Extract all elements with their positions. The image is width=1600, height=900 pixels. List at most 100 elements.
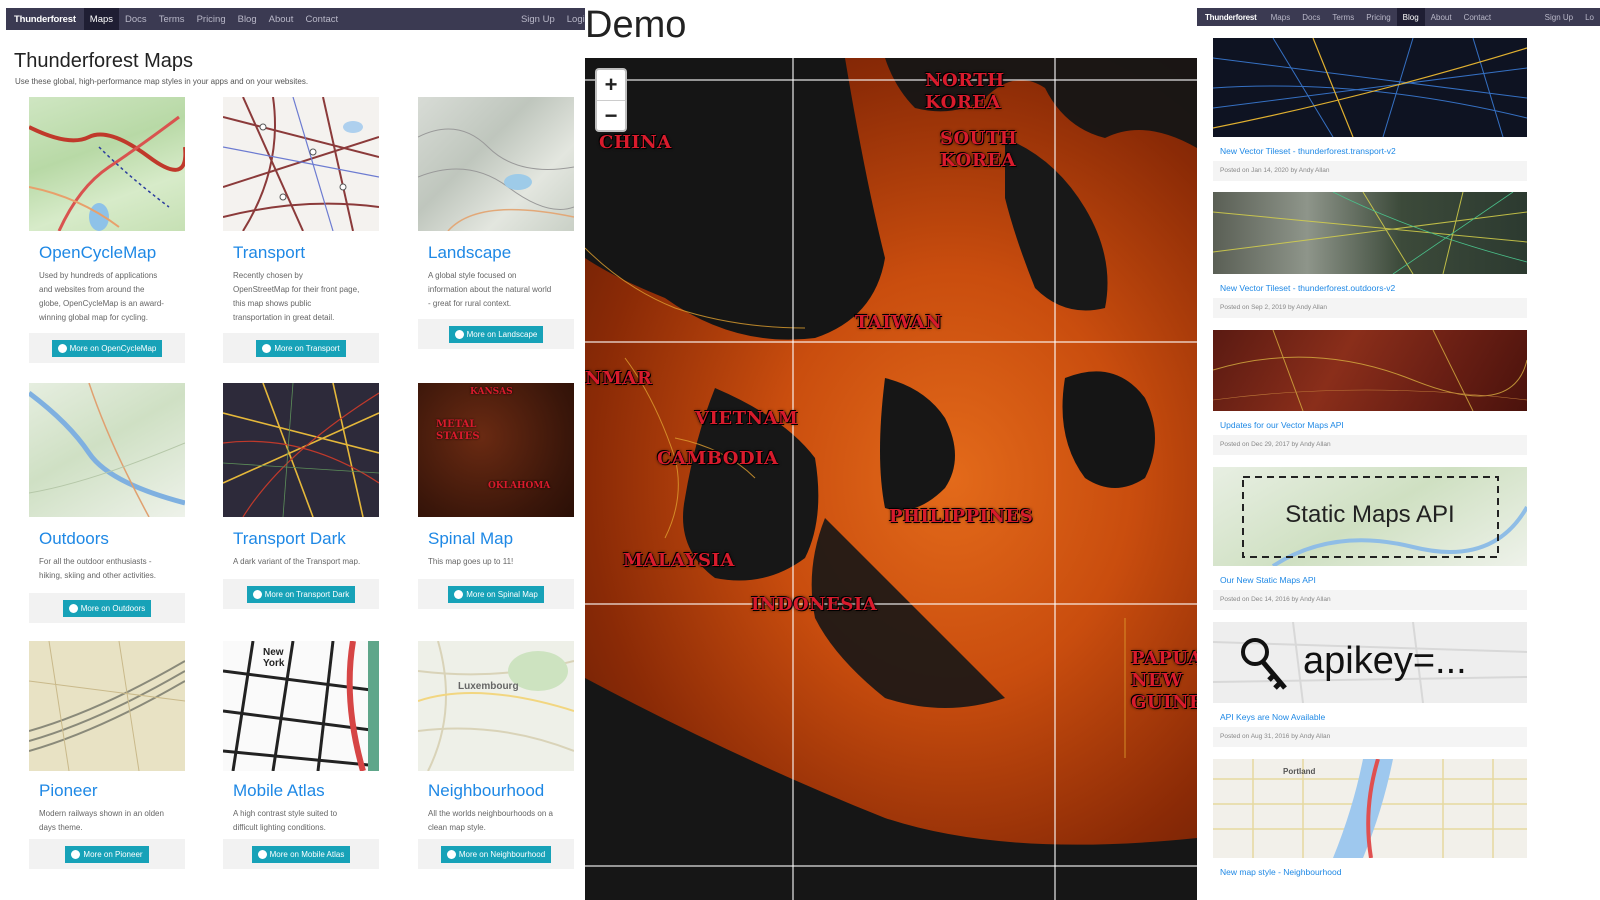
nav-docs[interactable]: Docs: [119, 8, 153, 30]
opencyclemap-thumbnail[interactable]: [29, 97, 185, 231]
map-grid-line: [1054, 58, 1056, 900]
transport-thumbnail[interactable]: [223, 97, 379, 231]
zoom-in-button[interactable]: +: [597, 70, 625, 100]
card-landscape: Landscape A global style focused on info…: [418, 97, 574, 349]
nav-terms[interactable]: Terms: [153, 8, 191, 30]
post-thumbnail[interactable]: Portland: [1213, 759, 1527, 858]
brand-link[interactable]: Thunderforest: [1197, 13, 1265, 22]
post-title-link[interactable]: New Vector Tileset - thunderforest.outdo…: [1213, 274, 1527, 298]
post-title-link[interactable]: Our New Static Maps API: [1213, 566, 1527, 590]
nav-login[interactable]: Lo: [1579, 8, 1600, 26]
map-label-taiwan: TAIWAN: [855, 312, 943, 333]
spinal-label-metal-states: METAL STATES: [436, 419, 480, 442]
spinal-label-kansas: KANSAS: [470, 387, 513, 397]
more-mobile-atlas-button[interactable]: More on Mobile Atlas: [251, 845, 351, 863]
card-title[interactable]: Landscape: [418, 243, 574, 263]
card-title[interactable]: Transport: [223, 243, 379, 263]
card-title[interactable]: Neighbourhood: [418, 781, 574, 801]
post-meta: Posted on Dec 14, 2016 by Andy Allan: [1213, 590, 1527, 610]
blog-post: Updates for our Vector Maps API Posted o…: [1213, 330, 1527, 455]
post-title-link[interactable]: New map style - Neighbourhood: [1213, 858, 1527, 882]
post-title-link[interactable]: API Keys are Now Available: [1213, 703, 1527, 727]
card-transport-dark: Transport Dark A dark variant of the Tra…: [223, 383, 379, 609]
map-label-myanmar: NMAR: [585, 368, 653, 389]
post-thumbnail[interactable]: Static Maps API: [1213, 467, 1527, 566]
neighbourhood-thumbnail[interactable]: Luxembourg: [418, 641, 574, 771]
nav-maps[interactable]: Maps: [83, 8, 120, 30]
nav-about[interactable]: About: [263, 8, 300, 30]
nav-maps[interactable]: Maps: [1265, 8, 1297, 26]
card-title[interactable]: Outdoors: [29, 529, 185, 549]
more-transport-dark-button[interactable]: More on Transport Dark: [246, 585, 356, 603]
spinal-map-thumbnail[interactable]: KANSAS METAL STATES OKLAHOMA: [418, 383, 574, 517]
card-title[interactable]: Mobile Atlas: [223, 781, 379, 801]
info-icon: [446, 849, 456, 859]
map-label-papua-new-guinea: PAPUA NEW GUINEA: [1131, 648, 1197, 713]
card-title[interactable]: Spinal Map: [418, 529, 574, 549]
post-thumb-text: apikey=...: [1303, 640, 1467, 682]
map-grid-line: [585, 341, 1197, 343]
zoom-out-button[interactable]: −: [597, 100, 625, 130]
blog-post: New Vector Tileset - thunderforest.outdo…: [1213, 192, 1527, 318]
more-transport-button[interactable]: More on Transport: [256, 339, 346, 357]
card-description: Used by hundreds of applications and web…: [39, 271, 164, 322]
map-grid-line: [585, 865, 1197, 867]
blog-post: Portland New map style - Neighbourhood: [1213, 759, 1527, 882]
card-description: A dark variant of the Transport map.: [233, 557, 361, 566]
info-icon: [68, 603, 78, 613]
nav-contact[interactable]: Contact: [299, 8, 344, 30]
more-pioneer-button[interactable]: More on Pioneer: [65, 845, 149, 863]
nav-about[interactable]: About: [1425, 8, 1458, 26]
more-landscape-button[interactable]: More on Landscape: [448, 325, 544, 343]
mobile-atlas-thumbnail[interactable]: New York: [223, 641, 379, 771]
post-thumbnail[interactable]: [1213, 192, 1527, 274]
nav-blog[interactable]: Blog: [1396, 8, 1425, 26]
card-description: A high contrast style suited to difficul…: [233, 809, 338, 832]
more-neighbourhood-button[interactable]: More on Neighbourhood: [440, 845, 552, 863]
map-label-china: CHINA: [599, 132, 672, 153]
mobile-atlas-label: New York: [263, 647, 285, 669]
post-meta: Posted on Jan 14, 2020 by Andy Allan: [1213, 161, 1527, 181]
card-title[interactable]: Pioneer: [29, 781, 185, 801]
map-label-cambodia: CAMBODIA: [657, 448, 779, 469]
pioneer-thumbnail[interactable]: [29, 641, 185, 771]
map-label-vietnam: VIETNAM: [695, 408, 799, 429]
card-neighbourhood: Luxembourg Neighbourhood All the worlds …: [418, 641, 574, 869]
transport-dark-thumbnail[interactable]: [223, 383, 379, 517]
post-title-link[interactable]: New Vector Tileset - thunderforest.trans…: [1213, 137, 1527, 161]
post-thumbnail[interactable]: [1213, 330, 1527, 411]
top-navbar: Thunderforest Maps Docs Terms Pricing Bl…: [6, 8, 596, 30]
more-opencyclemap-button[interactable]: More on OpenCycleMap: [51, 339, 163, 357]
nav-terms[interactable]: Terms: [1326, 8, 1360, 26]
outdoors-thumbnail[interactable]: [29, 383, 185, 517]
more-spinal-map-button[interactable]: More on Spinal Map: [448, 585, 544, 603]
nav-pricing[interactable]: Pricing: [1360, 8, 1396, 26]
nav-blog[interactable]: Blog: [232, 8, 263, 30]
nav-signup[interactable]: Sign Up: [1539, 8, 1579, 26]
spinal-label-oklahoma: OKLAHOMA: [488, 481, 551, 491]
card-title[interactable]: Transport Dark: [223, 529, 379, 549]
card-mobile-atlas: New York Mobile Atlas A high contrast st…: [223, 641, 379, 869]
card-description: A global style focused on information ab…: [428, 271, 552, 308]
demo-title: Demo: [585, 4, 687, 46]
blog-post: Static Maps API Our New Static Maps API …: [1213, 467, 1527, 610]
info-icon: [252, 589, 262, 599]
post-meta: Posted on Aug 31, 2016 by Andy Allan: [1213, 727, 1527, 747]
post-meta: Posted on Sep 2, 2019 by Andy Allan: [1213, 298, 1527, 318]
nav-docs[interactable]: Docs: [1296, 8, 1326, 26]
nav-signup[interactable]: Sign Up: [515, 8, 561, 30]
card-title[interactable]: OpenCycleMap: [29, 243, 185, 263]
map-label-malaysia: MALAYSIA: [623, 550, 735, 571]
post-thumbnail[interactable]: apikey=...: [1213, 622, 1527, 703]
post-thumb-text: Portland: [1283, 767, 1316, 776]
spinal-demo-map[interactable]: NORTH KOREA SOUTH KOREA CHINA TAIWAN NMA…: [585, 58, 1197, 900]
post-title-link[interactable]: Updates for our Vector Maps API: [1213, 411, 1527, 435]
page-subtitle: Use these global, high-performance map s…: [15, 77, 309, 86]
more-outdoors-button[interactable]: More on Outdoors: [62, 599, 152, 617]
post-thumbnail[interactable]: [1213, 38, 1527, 137]
nav-pricing[interactable]: Pricing: [191, 8, 232, 30]
landscape-thumbnail[interactable]: [418, 97, 574, 231]
nav-contact[interactable]: Contact: [1458, 8, 1498, 26]
brand-link[interactable]: Thunderforest: [6, 14, 84, 25]
map-grid-line: [585, 603, 1197, 605]
